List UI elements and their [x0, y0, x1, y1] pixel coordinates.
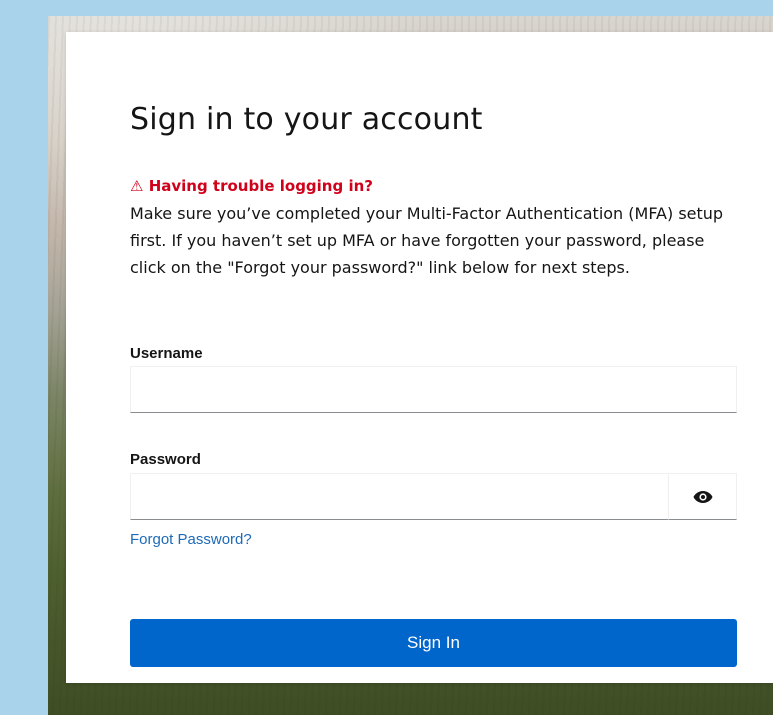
sign-in-button[interactable]: Sign In: [130, 619, 737, 667]
warning-triangle-icon: ⚠: [130, 177, 144, 195]
alert-title: ⚠ Having trouble logging in?: [130, 177, 373, 195]
alert-title-text: Having trouble logging in?: [148, 177, 373, 195]
username-field[interactable]: [130, 366, 737, 413]
show-password-button[interactable]: [668, 473, 737, 520]
page-title: Sign in to your account: [130, 102, 483, 137]
login-card: Sign in to your account ⚠ Having trouble…: [66, 32, 773, 683]
username-label: Username: [130, 345, 203, 362]
alert-message: Make sure you’ve completed your Multi-Fa…: [130, 204, 724, 277]
password-label: Password: [130, 451, 201, 468]
eye-icon: [693, 490, 712, 503]
forgot-password-link[interactable]: Forgot Password?: [130, 531, 252, 548]
password-field[interactable]: [130, 473, 669, 520]
